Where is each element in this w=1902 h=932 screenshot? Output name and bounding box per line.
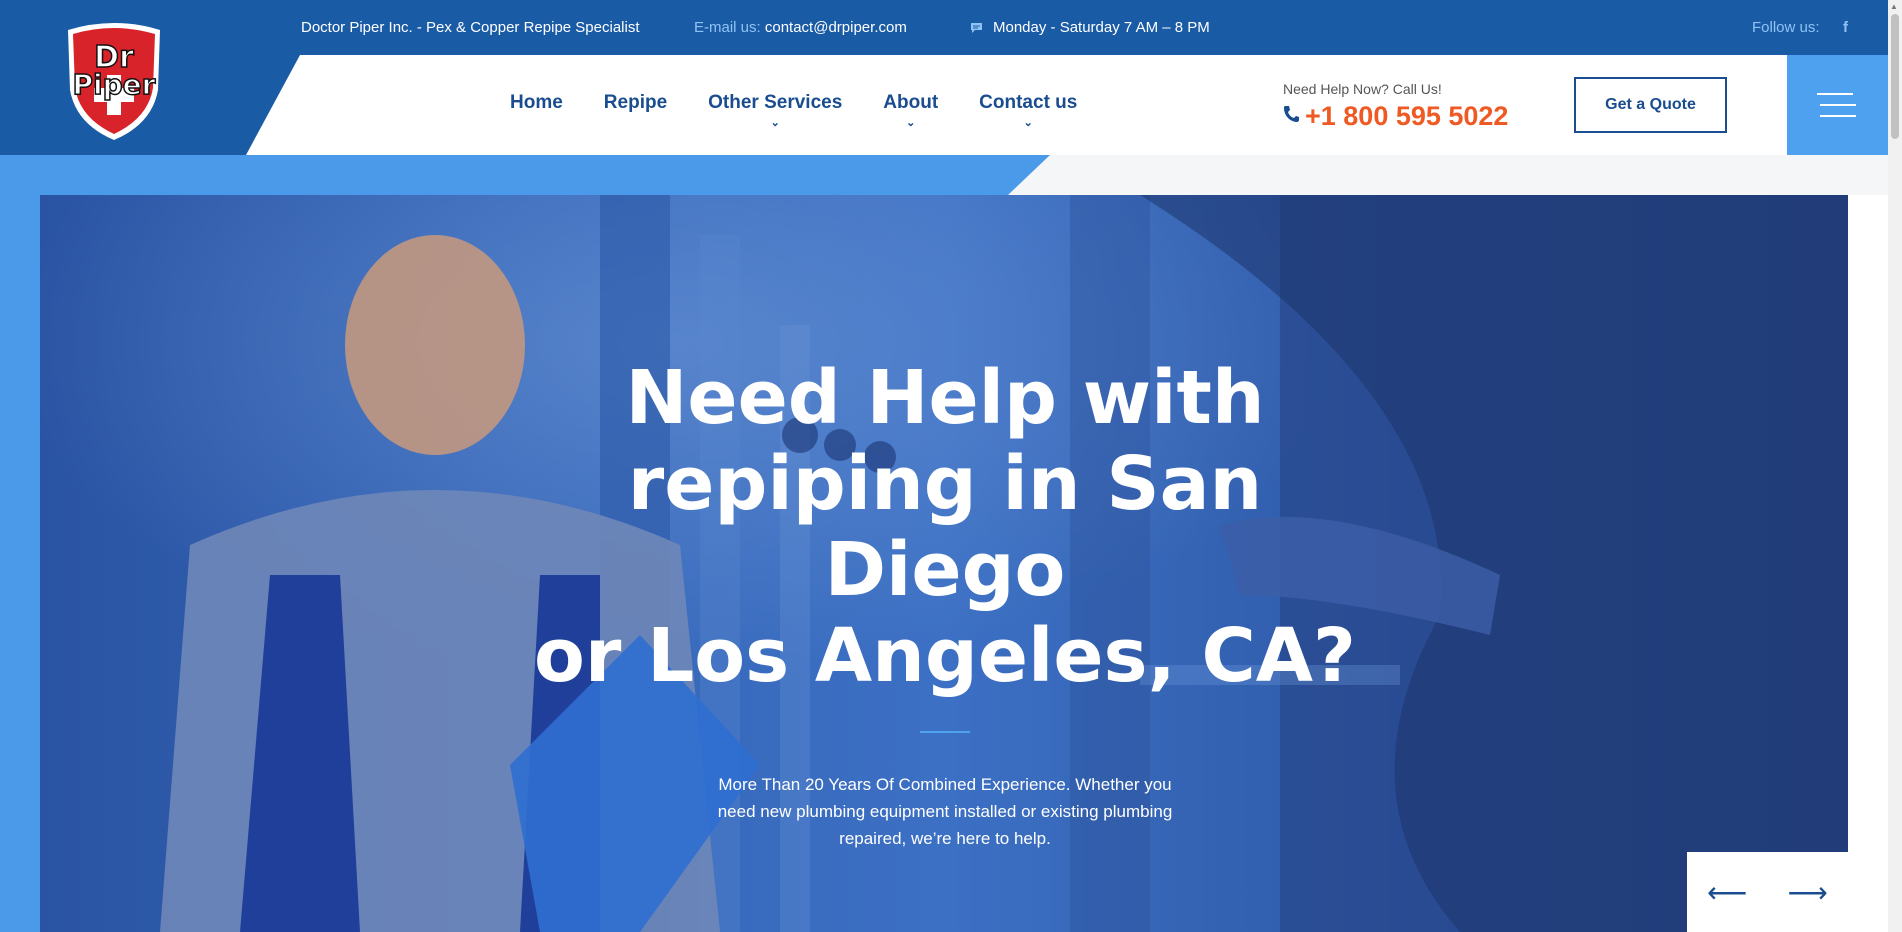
- hero-subtitle: More Than 20 Years Of Combined Experienc…: [717, 775, 1173, 848]
- hero-title-line: or Los Angeles, CA?: [534, 613, 1356, 699]
- company-tagline: Doctor Piper Inc. - Pex & Copper Repipe …: [301, 19, 640, 36]
- main-nav: Home Repipe Other Services ⌄ About ⌄ Con…: [510, 92, 1118, 129]
- nav-item-repipe[interactable]: Repipe: [604, 92, 667, 114]
- nav-item-label: About: [883, 92, 939, 113]
- call-label: Need Help Now? Call Us!: [1283, 81, 1442, 97]
- hours-info: Monday - Saturday 7 AM – 8 PM: [970, 19, 1210, 36]
- nav-item-label: Contact us: [979, 92, 1078, 113]
- arrow-left-icon[interactable]: ⟵: [1707, 876, 1747, 909]
- email-link[interactable]: contact@drpiper.com: [765, 19, 907, 36]
- phone-icon: [1283, 105, 1299, 129]
- phone-number: +1 800 595 5022: [1305, 101, 1509, 131]
- hero-slider: Need Help with repiping in San Diego or …: [40, 195, 1848, 932]
- phone-link[interactable]: +1 800 595 5022: [1283, 101, 1508, 132]
- nav-item-other-services[interactable]: Other Services ⌄: [708, 92, 843, 129]
- nav-item-label: Home: [510, 92, 563, 113]
- email-info: E-mail us: contact@drpiper.com: [694, 19, 907, 36]
- hero-divider: [920, 731, 970, 733]
- top-bar: Doctor Piper Inc. - Pex & Copper Repipe …: [0, 0, 1888, 55]
- slider-nav: ⟵ ⟶: [1687, 852, 1848, 932]
- chat-icon: [971, 22, 982, 33]
- chevron-down-icon: ⌄: [770, 117, 780, 129]
- scroll-up-icon[interactable]: ▲: [1890, 2, 1898, 11]
- follow-label: Follow us:: [1752, 19, 1820, 36]
- chevron-down-icon: ⌄: [906, 117, 916, 129]
- main-header: Home Repipe Other Services ⌄ About ⌄ Con…: [0, 55, 1888, 155]
- call-block: Need Help Now? Call Us! +1 800 595 5022: [1283, 81, 1508, 132]
- chevron-down-icon: ⌄: [1023, 117, 1033, 129]
- hero-title-line: repiping in San Diego: [627, 441, 1263, 613]
- facebook-icon[interactable]: f: [1843, 19, 1848, 36]
- nav-item-contact[interactable]: Contact us ⌄: [979, 92, 1078, 129]
- nav-item-label: Other Services: [708, 92, 843, 113]
- get-quote-button[interactable]: Get a Quote: [1574, 77, 1727, 133]
- page-scrollbar[interactable]: ▲: [1888, 0, 1902, 932]
- nav-item-about[interactable]: About ⌄: [883, 92, 939, 129]
- menu-icon[interactable]: [1787, 55, 1888, 155]
- logo[interactable]: Dr Piper: [60, 20, 168, 142]
- hero-title-line: Need Help with: [625, 355, 1265, 441]
- email-label: E-mail us:: [694, 19, 761, 36]
- nav-item-home[interactable]: Home: [510, 92, 563, 114]
- scrollbar-thumb[interactable]: [1891, 14, 1899, 139]
- hero-left-strip: [0, 155, 40, 932]
- hero-content: Need Help with repiping in San Diego or …: [520, 355, 1370, 852]
- hours-text: Monday - Saturday 7 AM – 8 PM: [993, 19, 1210, 36]
- arrow-right-icon[interactable]: ⟶: [1788, 876, 1828, 909]
- hero-title: Need Help with repiping in San Diego or …: [520, 355, 1370, 699]
- logo-text-piper: Piper: [73, 68, 156, 101]
- nav-item-label: Repipe: [603, 92, 668, 113]
